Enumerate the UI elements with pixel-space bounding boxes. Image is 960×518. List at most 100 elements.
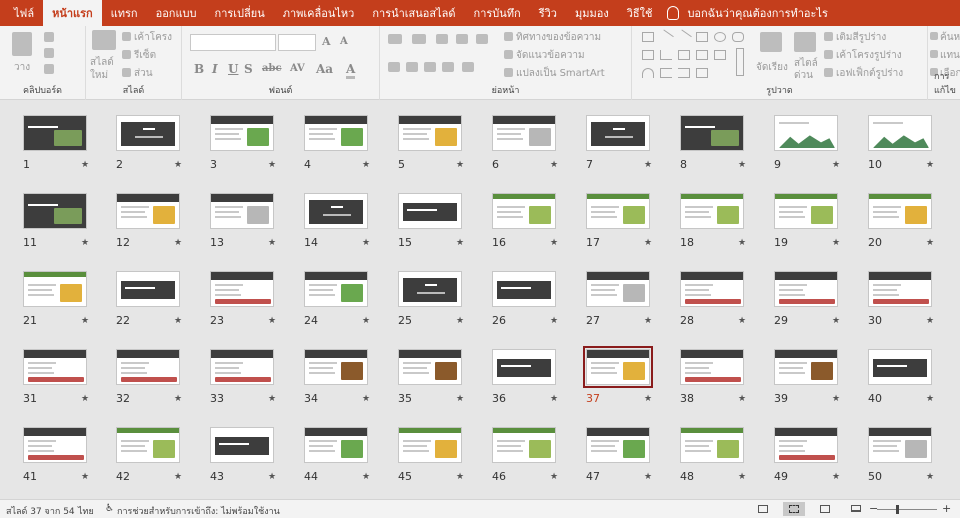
triangle-shape-icon[interactable] xyxy=(642,50,654,60)
transition-star-icon[interactable]: ★ xyxy=(738,316,746,326)
right-arrow-shape-icon[interactable] xyxy=(678,50,690,60)
elbow-shape-icon[interactable] xyxy=(660,50,672,60)
transition-star-icon[interactable]: ★ xyxy=(174,472,182,482)
slide-thumbnail[interactable] xyxy=(774,115,838,151)
view-normal-button[interactable] xyxy=(752,502,774,516)
arrange-icon[interactable] xyxy=(760,32,782,52)
tab-home[interactable]: หน้าแรก xyxy=(43,0,102,26)
transition-star-icon[interactable]: ★ xyxy=(738,238,746,248)
slide-thumbnail[interactable] xyxy=(23,271,87,307)
tab-animations[interactable]: ภาพเคลื่อนไหว xyxy=(274,0,364,26)
font-size-box[interactable] xyxy=(278,34,316,51)
slide-thumbnail[interactable] xyxy=(304,193,368,229)
underline-icon[interactable]: U xyxy=(228,62,238,76)
slide-thumbnail[interactable] xyxy=(116,349,180,385)
paste-icon[interactable] xyxy=(12,32,32,56)
language-indicator[interactable]: ไทย xyxy=(78,504,94,518)
slide-thumbnail[interactable] xyxy=(23,349,87,385)
rounded-rect-shape-icon[interactable] xyxy=(732,32,744,42)
line-shape-icon[interactable] xyxy=(658,29,674,45)
transition-star-icon[interactable]: ★ xyxy=(81,316,89,326)
down-arrow-shape-icon[interactable] xyxy=(696,50,708,60)
transition-star-icon[interactable]: ★ xyxy=(362,316,370,326)
transition-star-icon[interactable]: ★ xyxy=(926,238,934,248)
slide-thumbnail[interactable] xyxy=(23,193,87,229)
zoom-in-icon[interactable]: + xyxy=(942,502,951,515)
slide-thumbnail[interactable] xyxy=(492,193,556,229)
slide-thumbnail[interactable] xyxy=(586,193,650,229)
tab-view[interactable]: มุมมอง xyxy=(566,0,618,26)
transition-star-icon[interactable]: ★ xyxy=(926,316,934,326)
curve-shape-icon[interactable] xyxy=(642,68,654,78)
transition-star-icon[interactable]: ★ xyxy=(268,160,276,170)
spacing-icon[interactable]: AV xyxy=(290,63,305,74)
slide-thumbnail[interactable] xyxy=(680,427,744,463)
transition-star-icon[interactable]: ★ xyxy=(738,394,746,404)
transition-star-icon[interactable]: ★ xyxy=(362,394,370,404)
transition-star-icon[interactable]: ★ xyxy=(644,238,652,248)
slide-thumbnail[interactable] xyxy=(586,271,650,307)
transition-star-icon[interactable]: ★ xyxy=(174,160,182,170)
tab-transitions[interactable]: การเปลี่ยน xyxy=(206,0,274,26)
text-direction-button[interactable]: ทิศทางของข้อความ xyxy=(516,30,601,45)
text-box-shape-icon[interactable] xyxy=(642,32,654,42)
transition-star-icon[interactable]: ★ xyxy=(832,160,840,170)
slide-thumbnail[interactable] xyxy=(304,115,368,151)
slide-thumbnail[interactable] xyxy=(210,193,274,229)
zoom-slider-thumb[interactable] xyxy=(896,505,899,514)
transition-star-icon[interactable]: ★ xyxy=(926,472,934,482)
reset-button[interactable]: รีเซ็ต xyxy=(134,48,156,63)
new-slide-icon[interactable] xyxy=(92,30,116,50)
view-sorter-button[interactable] xyxy=(783,502,805,516)
bullets-icon[interactable] xyxy=(388,34,402,44)
transition-star-icon[interactable]: ★ xyxy=(926,394,934,404)
section-button[interactable]: ส่วน xyxy=(134,66,153,81)
more-shapes-icon[interactable] xyxy=(736,48,744,76)
transition-star-icon[interactable]: ★ xyxy=(550,472,558,482)
slide-thumbnail[interactable] xyxy=(680,349,744,385)
find-button[interactable]: ค้นหา xyxy=(940,30,960,45)
transition-star-icon[interactable]: ★ xyxy=(832,316,840,326)
align-text-button[interactable]: จัดแนวข้อความ xyxy=(516,48,585,63)
decrease-font-icon[interactable]: A xyxy=(340,36,348,47)
transition-star-icon[interactable]: ★ xyxy=(81,394,89,404)
transition-star-icon[interactable]: ★ xyxy=(81,472,89,482)
transition-star-icon[interactable]: ★ xyxy=(832,472,840,482)
slide-thumbnail[interactable] xyxy=(210,349,274,385)
transition-star-icon[interactable]: ★ xyxy=(456,394,464,404)
slide-thumbnail[interactable] xyxy=(586,115,650,151)
transition-star-icon[interactable]: ★ xyxy=(174,238,182,248)
tab-help[interactable]: วิธีใช้ xyxy=(618,0,662,26)
shadow-icon[interactable]: S xyxy=(244,62,253,76)
italic-icon[interactable]: I xyxy=(212,62,218,76)
replace-button[interactable]: แทนที่ xyxy=(940,48,960,63)
font-color-icon[interactable]: A xyxy=(346,62,356,79)
slide-thumbnail[interactable] xyxy=(868,427,932,463)
tab-insert[interactable]: แทรก xyxy=(102,0,147,26)
slide-thumbnail[interactable] xyxy=(492,427,556,463)
slide-thumbnail[interactable] xyxy=(680,271,744,307)
decrease-indent-icon[interactable] xyxy=(436,34,448,44)
slide-thumbnail[interactable] xyxy=(774,193,838,229)
transition-star-icon[interactable]: ★ xyxy=(268,472,276,482)
transition-star-icon[interactable]: ★ xyxy=(456,238,464,248)
slide-thumbnail[interactable] xyxy=(398,193,462,229)
transition-star-icon[interactable]: ★ xyxy=(362,160,370,170)
slide-thumbnail[interactable] xyxy=(116,193,180,229)
copy-icon[interactable] xyxy=(44,48,54,58)
align-right-icon[interactable] xyxy=(424,62,436,72)
slide-thumbnail[interactable] xyxy=(23,115,87,151)
slide-thumbnail[interactable] xyxy=(868,193,932,229)
transition-star-icon[interactable]: ★ xyxy=(362,238,370,248)
section-icon[interactable] xyxy=(122,68,131,77)
strikethrough-icon[interactable]: abc xyxy=(262,63,282,74)
align-center-icon[interactable] xyxy=(406,62,418,72)
oval-shape-icon[interactable] xyxy=(714,32,726,42)
slide-thumbnail[interactable] xyxy=(492,115,556,151)
slide-thumbnail[interactable] xyxy=(116,427,180,463)
transition-star-icon[interactable]: ★ xyxy=(738,472,746,482)
view-reading-button[interactable] xyxy=(814,502,836,516)
tab-file[interactable]: ไฟล์ xyxy=(0,0,43,26)
rectangle-shape-icon[interactable] xyxy=(696,32,708,42)
transition-star-icon[interactable]: ★ xyxy=(644,316,652,326)
